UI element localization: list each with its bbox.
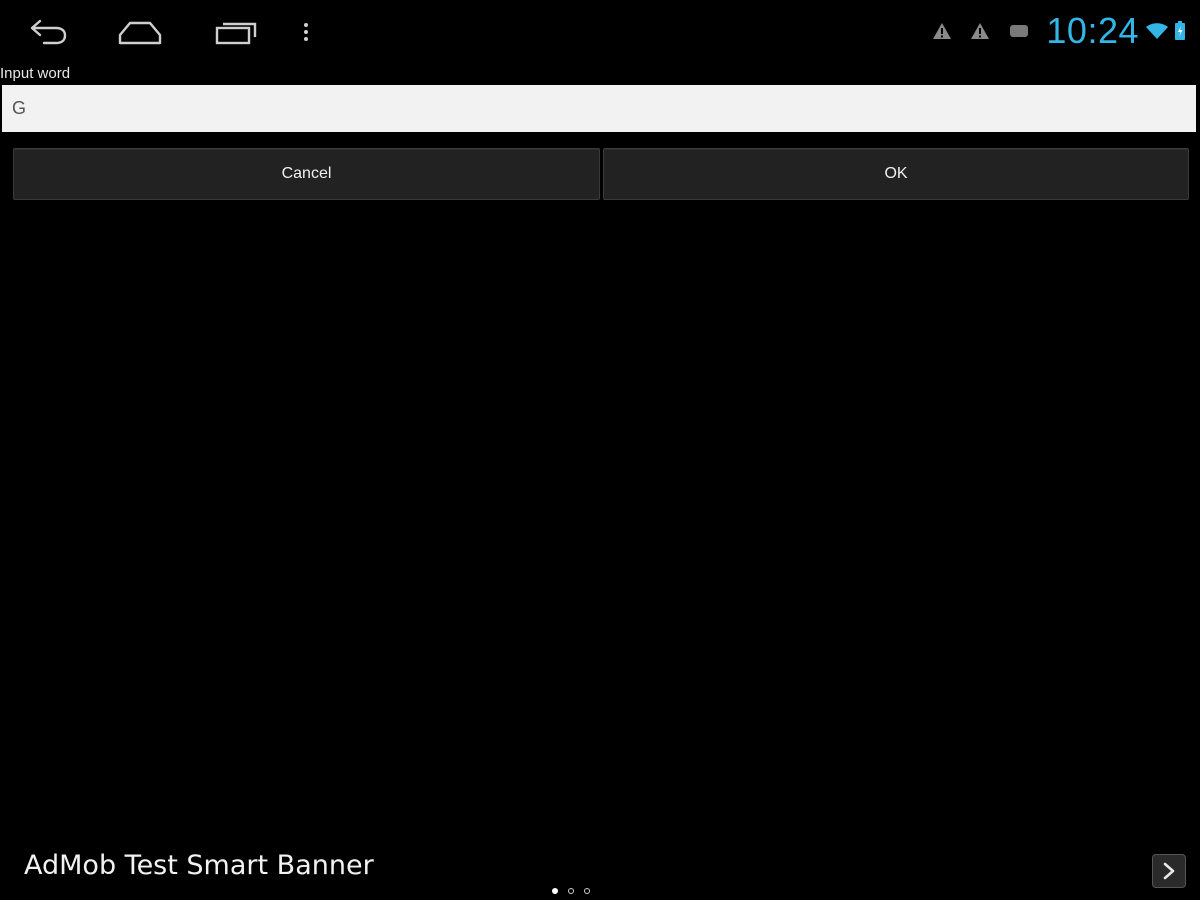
back-button[interactable] [18,12,78,52]
ad-page-indicator [552,888,600,894]
status-clock: 10:24 [1046,10,1139,51]
home-icon [118,21,162,45]
battery-icon [1174,21,1186,41]
status-area: 10:24 [914,8,1186,54]
back-arrow-icon [30,19,67,45]
overflow-menu-button[interactable] [286,12,326,52]
recent-apps-button[interactable] [206,12,266,52]
wifi-icon [1145,22,1169,40]
ad-page-dot-active [552,888,558,894]
ad-banner-text: AdMob Test Smart Banner [24,850,374,881]
chevron-right-icon [1163,862,1175,880]
ad-open-button[interactable] [1152,854,1186,888]
message-icon [1008,23,1030,39]
warning-icon [932,22,952,40]
system-bar: 10:24 [0,0,1200,62]
ad-page-dot [568,888,574,894]
cancel-button[interactable]: Cancel [13,148,600,200]
input-label: Input word [0,65,71,82]
ad-banner[interactable]: AdMob Test Smart Banner [0,840,1200,900]
word-input[interactable] [2,85,1196,132]
ad-page-dot [584,888,590,894]
recent-apps-icon [215,22,257,45]
android-screen: 10:24 Input word Cancel OK AdMob Test Sm… [0,0,1200,900]
overflow-menu-icon [304,23,308,41]
ok-button[interactable]: OK [603,148,1189,200]
warning-icon [970,22,990,40]
home-button[interactable] [110,12,170,52]
